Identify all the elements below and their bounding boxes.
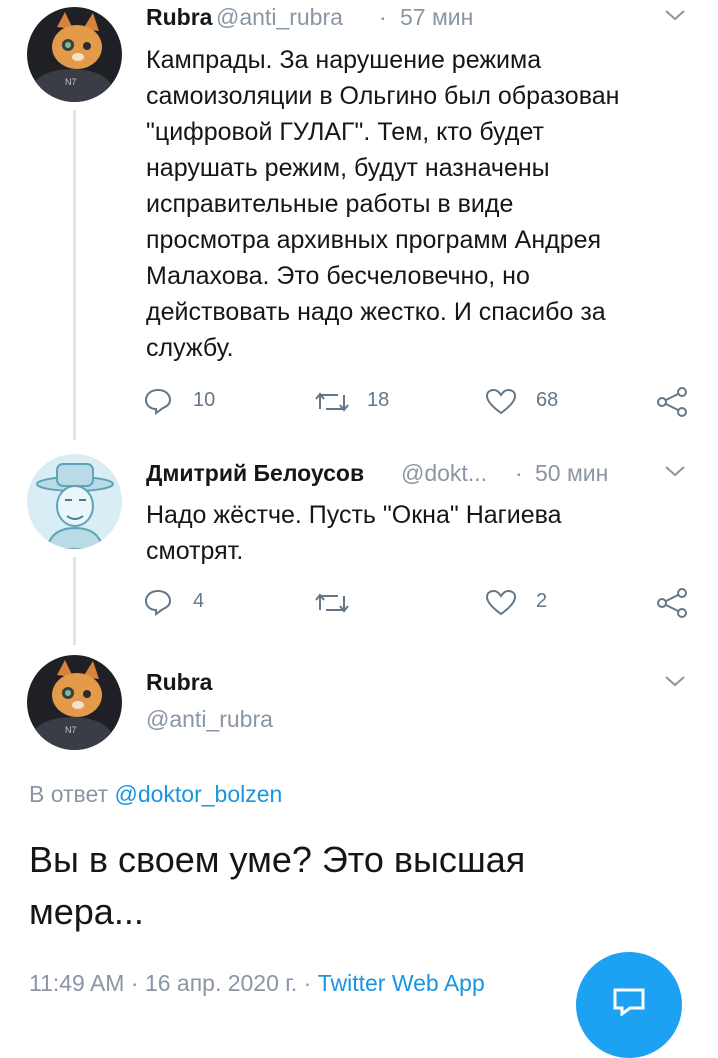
avatar-rubra[interactable]: N7 bbox=[27, 7, 122, 102]
tweet-line: действовать надо жестко. И спасибо за bbox=[146, 298, 606, 326]
main-text-line: мера... bbox=[29, 891, 144, 932]
compose-fab-icon bbox=[613, 988, 645, 1016]
separator-dot: · bbox=[303, 970, 312, 996]
retweet-count: 18 bbox=[367, 389, 390, 411]
chevron-down-icon[interactable] bbox=[664, 8, 686, 27]
tweet-body: Надо жёстче. Пусть "Окна" Нагиева смотря… bbox=[146, 497, 706, 569]
svg-text:N7: N7 bbox=[65, 77, 77, 87]
reply-to-link[interactable]: @doktor_bolzen bbox=[114, 781, 282, 807]
tweet-time[interactable]: 50 мин bbox=[535, 460, 608, 487]
reply-icon[interactable] bbox=[143, 588, 173, 621]
like-count: 68 bbox=[536, 389, 559, 411]
compose-fab-button[interactable] bbox=[576, 952, 682, 1058]
chevron-down-icon[interactable] bbox=[664, 674, 686, 693]
tweet-line: Кампрады. За нарушение режима bbox=[146, 46, 542, 74]
author-name[interactable]: Rubra bbox=[146, 669, 212, 696]
reply-prefix: В ответ bbox=[29, 781, 109, 807]
author-handle[interactable]: @anti_rubra bbox=[146, 706, 273, 733]
reply-icon[interactable] bbox=[143, 387, 173, 420]
tweet-line: Малахова. Это бесчеловечно, но bbox=[146, 262, 530, 290]
share-icon[interactable] bbox=[656, 588, 688, 623]
separator-dot: · bbox=[515, 460, 523, 486]
reply-count: 10 bbox=[193, 389, 216, 411]
tweet-line: "цифровой ГУЛАГ". Тем, кто будет bbox=[146, 118, 544, 146]
author-handle[interactable]: @dokt... bbox=[401, 460, 487, 487]
author-handle[interactable]: @anti_rubra bbox=[216, 4, 343, 31]
tweet-line: службу. bbox=[146, 334, 234, 362]
tweet-date[interactable]: 16 апр. 2020 г. bbox=[145, 970, 297, 996]
tweet-line: Надо жёстче. Пусть "Окна" Нагиева bbox=[146, 501, 562, 529]
tweet-line: исправительные работы в виде bbox=[146, 190, 514, 218]
tweet-line: нарушать режим, будут назначены bbox=[146, 154, 550, 182]
share-icon[interactable] bbox=[656, 387, 688, 422]
avatar-rubra[interactable]: N7 bbox=[27, 655, 122, 750]
chevron-down-icon[interactable] bbox=[664, 464, 686, 483]
main-tweet-text: Вы в своем уме? Это высшая мера... bbox=[29, 834, 525, 938]
author-name[interactable]: Rubra bbox=[146, 4, 212, 31]
tweet-body: Кампрады. За нарушение режима самоизоляц… bbox=[146, 42, 706, 366]
thread-connector bbox=[73, 110, 76, 440]
reply-context: В ответ @doktor_bolzen bbox=[29, 781, 282, 808]
tweet-meta: 11:49 AM · 16 апр. 2020 г. · Twitter Web… bbox=[29, 970, 485, 997]
like-icon[interactable] bbox=[485, 589, 517, 622]
retweet-icon[interactable] bbox=[314, 590, 350, 621]
separator-dot: · bbox=[379, 4, 387, 30]
author-name[interactable]: Дмитрий Белоусов bbox=[146, 460, 364, 487]
like-count: 2 bbox=[536, 590, 548, 612]
tweet-line: самоизоляции в Ольгино был образован bbox=[146, 82, 620, 110]
svg-text:N7: N7 bbox=[65, 725, 77, 735]
thread-connector bbox=[73, 557, 76, 645]
tweet-source[interactable]: Twitter Web App bbox=[318, 970, 485, 996]
like-icon[interactable] bbox=[485, 388, 517, 421]
avatar-belousov[interactable] bbox=[27, 454, 122, 549]
separator-dot: · bbox=[130, 970, 139, 996]
main-text-line: Вы в своем уме? Это высшая bbox=[29, 839, 526, 880]
tweet-time[interactable]: 57 мин bbox=[400, 4, 473, 31]
tweet-line: просмотра архивных программ Андрея bbox=[146, 226, 602, 254]
tweet-line: смотрят. bbox=[146, 537, 244, 565]
retweet-icon[interactable] bbox=[314, 389, 350, 420]
tweet-timestamp[interactable]: 11:49 AM bbox=[29, 970, 124, 996]
reply-count: 4 bbox=[193, 590, 205, 612]
